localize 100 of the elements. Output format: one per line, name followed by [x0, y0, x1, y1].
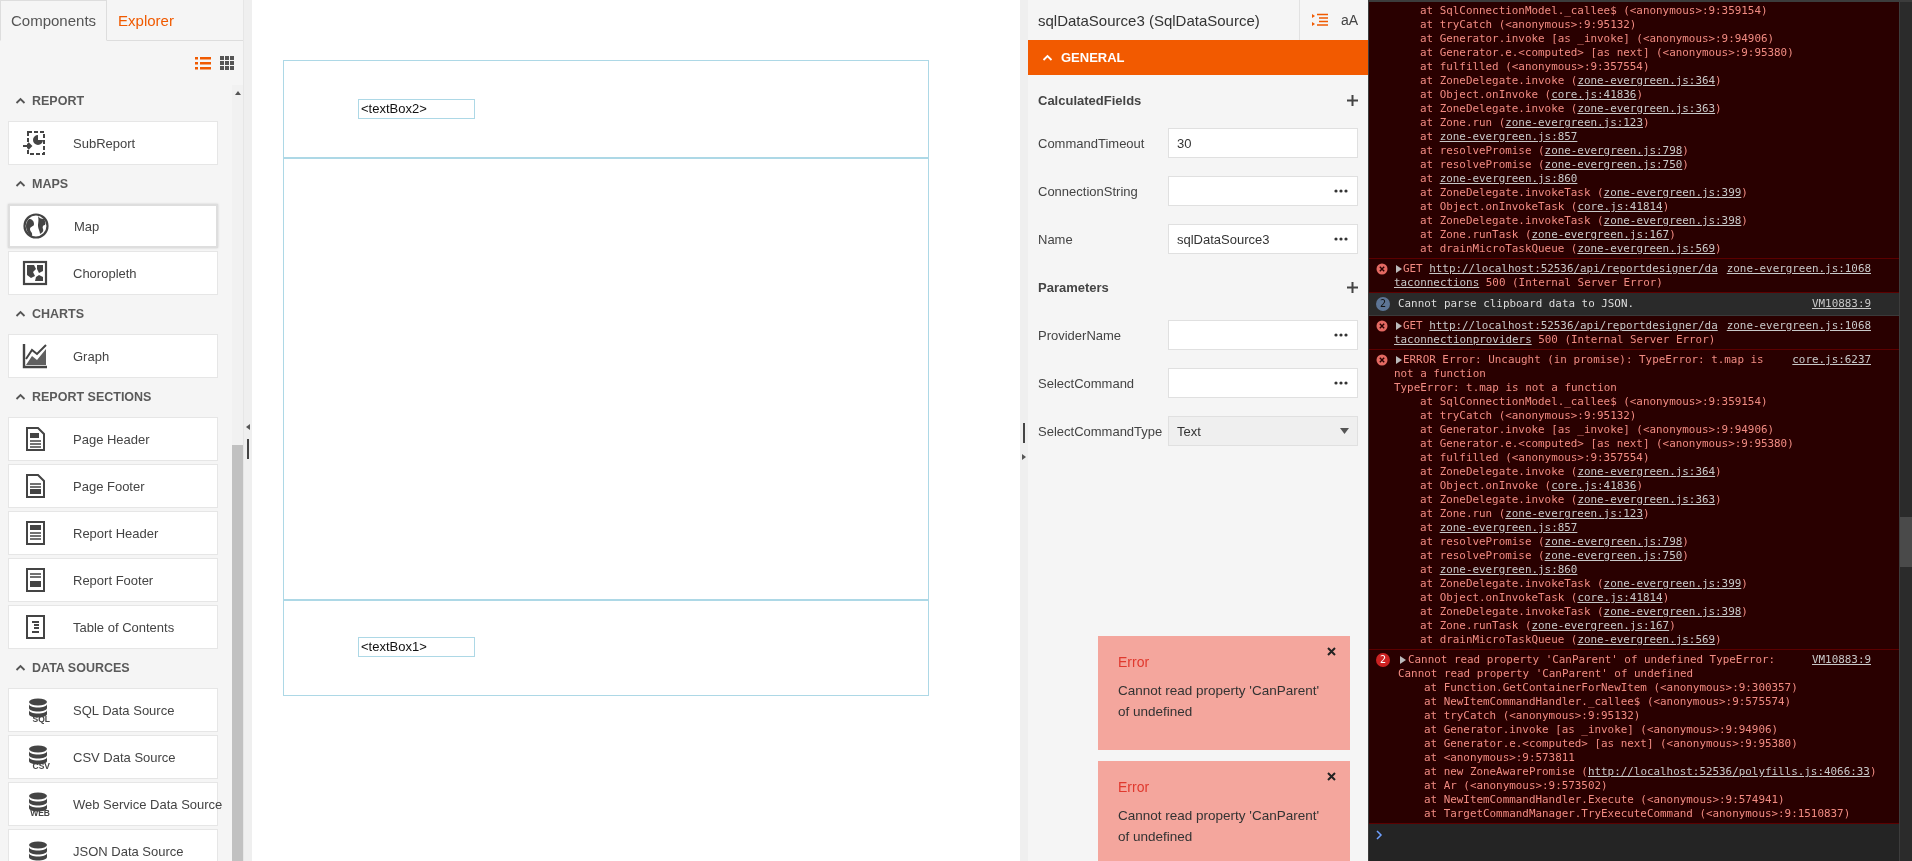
- more-icon[interactable]: [1333, 380, 1349, 386]
- categorized-icon[interactable]: [1311, 13, 1328, 27]
- prompt-icon[interactable]: [1376, 830, 1383, 840]
- panel-tab[interactable]: Components: [0, 0, 108, 41]
- component-item[interactable]: Graph: [8, 334, 218, 378]
- source-link[interactable]: zone-evergreen.js:363: [1577, 493, 1716, 506]
- component-item[interactable]: JSON Data Source: [8, 829, 218, 861]
- stack-frame: at Object.onInvokeTask (core.js:41814): [1394, 200, 1871, 214]
- source-link[interactable]: zone-evergreen.js:569: [1577, 242, 1716, 255]
- source-link[interactable]: core.js:6237: [1792, 353, 1871, 367]
- stack-frame: at ZoneDelegate.invokeTask (zone-evergreen.js:399): [1394, 186, 1871, 200]
- report-textbox[interactable]: <textBox2>: [358, 99, 475, 119]
- component-item[interactable]: Map: [8, 204, 218, 248]
- source-link[interactable]: zone-evergreen.js:750: [1544, 158, 1683, 171]
- dropdown-field[interactable]: Text: [1168, 416, 1358, 446]
- expand-arrow-icon[interactable]: [1021, 453, 1027, 461]
- component-item[interactable]: Report Header: [8, 511, 218, 555]
- report-textbox[interactable]: <textBox1>: [358, 637, 475, 657]
- scrollbar-thumb[interactable]: [1900, 517, 1912, 567]
- grid-view-icon[interactable]: [220, 56, 234, 70]
- chevron-icon[interactable]: [15, 662, 26, 673]
- stack-frame: at Generator.e.<computed> [as next] (<anonymous>:9:95380): [1394, 46, 1871, 60]
- chevron-icon[interactable]: [15, 391, 26, 402]
- stack-frame: at ZoneDelegate.invokeTask (zone-evergreen.js:399): [1394, 577, 1871, 591]
- source-link[interactable]: zone-evergreen.js:364: [1577, 465, 1716, 478]
- report-band[interactable]: <textBox1>: [284, 599, 928, 695]
- request-link[interactable]: taconnectionproviders: [1394, 333, 1532, 346]
- editor-field[interactable]: sqlDataSource3: [1168, 224, 1358, 254]
- request-link[interactable]: taconnections: [1394, 276, 1480, 289]
- expand-arrow-icon[interactable]: [1396, 356, 1402, 364]
- source-link[interactable]: zone-evergreen.js:123: [1505, 507, 1643, 520]
- source-link[interactable]: zone-evergreen.js:363: [1577, 102, 1716, 115]
- source-link[interactable]: zone-evergreen.js:798: [1544, 144, 1683, 157]
- source-link[interactable]: VM10883:9: [1812, 297, 1871, 311]
- source-link[interactable]: zone-evergreen.js:167: [1531, 228, 1670, 241]
- report-band[interactable]: <textBox2>: [284, 61, 928, 157]
- source-link[interactable]: zone-evergreen.js:399: [1603, 186, 1742, 199]
- source-link[interactable]: core.js:41814: [1577, 591, 1663, 604]
- chevron-icon[interactable]: [15, 308, 26, 319]
- list-view-icon[interactable]: [195, 56, 211, 70]
- stack-frame: at ZoneDelegate.invoke (zone-evergreen.js:363): [1394, 493, 1871, 507]
- sort-button[interactable]: aA: [1340, 12, 1358, 28]
- input-field[interactable]: 30: [1168, 128, 1358, 158]
- stack-frame: at resolvePromise (zone-evergreen.js:798): [1394, 144, 1871, 158]
- expand-arrow-icon[interactable]: [1400, 656, 1406, 664]
- more-icon[interactable]: [1333, 332, 1349, 338]
- chevron-icon[interactable]: [15, 178, 26, 189]
- source-link[interactable]: zone-evergreen.js:364: [1577, 74, 1716, 87]
- add-icon[interactable]: [1347, 94, 1358, 106]
- component-item[interactable]: Report Footer: [8, 558, 218, 602]
- source-link[interactable]: zone-evergreen.js:398: [1603, 605, 1742, 618]
- section-title: MAPS: [32, 176, 69, 191]
- stack-frame: at NewItemCommandHandler.Execute (<anonymous>:9:574941): [1398, 793, 1871, 807]
- source-link[interactable]: zone-evergreen.js:798: [1544, 535, 1683, 548]
- scrollbar-thumb[interactable]: [232, 445, 243, 861]
- source-link[interactable]: zone-evergreen.js:860: [1439, 563, 1578, 576]
- more-icon[interactable]: [1333, 188, 1349, 194]
- component-item[interactable]: Table of Contents: [8, 605, 218, 649]
- source-link[interactable]: zone-evergreen.js:167: [1531, 619, 1670, 632]
- source-link[interactable]: VM10883:9: [1812, 653, 1871, 667]
- source-link[interactable]: zone-evergreen.js:1068: [1726, 262, 1871, 276]
- stack-frame: at tryCatch (<anonymous>:9:95132): [1394, 18, 1871, 32]
- source-link[interactable]: http://localhost:52536/polyfills.js:4066:33: [1587, 765, 1870, 778]
- expand-arrow-icon[interactable]: [1396, 322, 1402, 330]
- stack-frame: at fulfilled (<anonymous>:9:357554): [1394, 451, 1871, 465]
- source-link[interactable]: core.js:41814: [1577, 200, 1663, 213]
- splitter-handle[interactable]: [1022, 423, 1026, 443]
- stack-frame: at ZoneDelegate.invokeTask (zone-evergreen.js:398): [1394, 214, 1871, 228]
- editor-field[interactable]: [1168, 368, 1358, 398]
- editor-field[interactable]: [1168, 176, 1358, 206]
- close-icon[interactable]: [1327, 647, 1336, 656]
- chevron-icon[interactable]: [1042, 52, 1053, 63]
- request-link[interactable]: http://localhost:52536/api/reportdesigner/da: [1429, 319, 1718, 332]
- source-link[interactable]: core.js:41836: [1551, 88, 1637, 101]
- source-link[interactable]: zone-evergreen.js:1068: [1726, 319, 1871, 333]
- error-detail: TypeError: t.map is not a function: [1394, 381, 1618, 395]
- more-icon[interactable]: [1333, 236, 1349, 242]
- chevron-icon[interactable]: [15, 95, 26, 106]
- source-link[interactable]: zone-evergreen.js:857: [1439, 130, 1578, 143]
- editor-field[interactable]: [1168, 320, 1358, 350]
- source-link[interactable]: zone-evergreen.js:123: [1505, 116, 1643, 129]
- component-item[interactable]: Choropleth: [8, 251, 218, 295]
- stack-frame: at Zone.runTask (zone-evergreen.js:167): [1394, 619, 1871, 633]
- source-link[interactable]: zone-evergreen.js:399: [1603, 577, 1742, 590]
- expand-arrow-icon[interactable]: [1396, 265, 1402, 273]
- collapse-arrow-icon[interactable]: [245, 423, 251, 431]
- source-link[interactable]: core.js:41836: [1551, 479, 1637, 492]
- component-item[interactable]: Page Header: [8, 417, 218, 461]
- source-link[interactable]: zone-evergreen.js:569: [1577, 633, 1716, 646]
- source-link[interactable]: zone-evergreen.js:750: [1544, 549, 1683, 562]
- source-link[interactable]: zone-evergreen.js:860: [1439, 172, 1578, 185]
- source-link[interactable]: zone-evergreen.js:398: [1603, 214, 1742, 227]
- component-item[interactable]: SubReport: [8, 121, 218, 165]
- add-icon[interactable]: [1347, 281, 1358, 293]
- request-link[interactable]: http://localhost:52536/api/reportdesigner/da: [1429, 262, 1718, 275]
- splitter-handle[interactable]: [246, 439, 250, 459]
- close-icon[interactable]: [1327, 772, 1336, 781]
- source-link[interactable]: zone-evergreen.js:857: [1439, 521, 1578, 534]
- stack-frame: at Generator.e.<computed> [as next] (<anonymous>:9:95380): [1398, 737, 1871, 751]
- component-item[interactable]: Page Footer: [8, 464, 218, 508]
